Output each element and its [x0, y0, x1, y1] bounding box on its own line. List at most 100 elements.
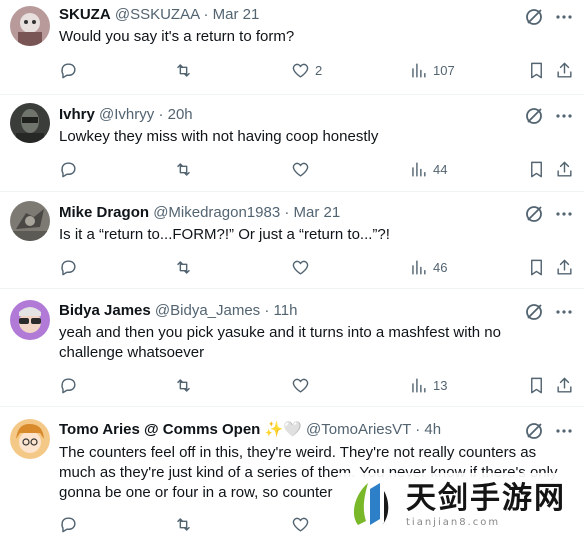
timestamp[interactable]: 4h: [424, 421, 441, 438]
more-icon[interactable]: [554, 7, 574, 27]
user-handle[interactable]: @Mikedragon1983: [153, 204, 280, 221]
reply-feed: SKUZA @SSKUZAA · Mar 21 Would you say it…: [0, 0, 584, 536]
display-name[interactable]: SKUZA: [59, 6, 111, 23]
reply-button[interactable]: [59, 159, 78, 179]
more-icon[interactable]: [554, 204, 574, 224]
avatar[interactable]: [10, 103, 50, 143]
retweet-icon: [177, 378, 190, 392]
watermark-logo-icon: [353, 482, 389, 525]
tweet-text: Would you say it's a return to form?: [59, 28, 295, 45]
retweet-button[interactable]: [174, 514, 193, 534]
views-button[interactable]: 13: [409, 375, 447, 395]
reply-button[interactable]: [59, 375, 78, 395]
timestamp[interactable]: 11h: [274, 302, 298, 319]
share-icon: [557, 259, 572, 275]
tweet[interactable]: SKUZA @SSKUZAA · Mar 21 Would you say it…: [0, 0, 584, 95]
separator-dot: ·: [284, 204, 290, 221]
action-bar: 13: [59, 375, 579, 395]
share-icon: [557, 377, 572, 393]
grok-icon[interactable]: [524, 106, 544, 126]
tweet-text: Lowkey they miss with not having coop ho…: [59, 128, 379, 145]
share-icon: [557, 62, 572, 78]
reply-button[interactable]: [59, 60, 78, 80]
like-button[interactable]: 2: [291, 60, 322, 80]
display-name[interactable]: Mike Dragon: [59, 204, 149, 221]
retweet-icon: [177, 260, 190, 274]
avatar[interactable]: [10, 201, 50, 241]
avatar[interactable]: [10, 300, 50, 340]
timestamp[interactable]: Mar 21: [294, 204, 341, 221]
like-button[interactable]: [291, 257, 315, 277]
views-chart-icon: [412, 161, 426, 177]
bookmark-button[interactable]: [527, 375, 546, 395]
bookmark-button[interactable]: [527, 257, 546, 277]
grok-icon[interactable]: [524, 421, 544, 441]
tweet-header: SKUZA @SSKUZAA · Mar 21: [59, 5, 259, 25]
like-button[interactable]: [291, 159, 315, 179]
bookmark-icon: [531, 62, 542, 78]
more-icon[interactable]: [554, 106, 574, 126]
more-icon[interactable]: [554, 302, 574, 322]
retweet-button[interactable]: [174, 257, 193, 277]
separator-dot: ·: [203, 6, 209, 23]
more-icon[interactable]: [554, 421, 574, 441]
avatar[interactable]: [10, 6, 50, 46]
views-chart-icon: [412, 259, 426, 275]
views-button[interactable]: 44: [409, 159, 447, 179]
heart-icon: [292, 162, 309, 177]
tweet-header: Bidya James @Bidya_James · 11h: [59, 301, 297, 321]
view-count: 13: [433, 377, 448, 393]
retweet-icon: [177, 517, 190, 531]
like-button[interactable]: [291, 514, 310, 534]
reply-icon: [61, 259, 76, 275]
bookmark-button[interactable]: [527, 159, 546, 179]
tweet-header: Mike Dragon @Mikedragon1983 · Mar 21: [59, 203, 340, 223]
grok-icon[interactable]: [524, 7, 544, 27]
grok-icon[interactable]: [524, 302, 544, 322]
bookmark-button[interactable]: [527, 60, 546, 80]
share-button[interactable]: [555, 159, 574, 179]
tweet[interactable]: Ivhry @Ivhryy · 20h Lowkey they miss wit…: [0, 95, 584, 192]
share-button[interactable]: [555, 60, 574, 80]
view-count: 44: [433, 161, 448, 177]
timestamp[interactable]: 20h: [168, 106, 193, 123]
user-handle[interactable]: @Bidya_James: [155, 302, 260, 319]
reply-button[interactable]: [59, 257, 78, 277]
avatar[interactable]: [10, 419, 50, 459]
display-name[interactable]: Ivhry: [59, 106, 95, 123]
grok-icon[interactable]: [524, 204, 544, 224]
user-handle[interactable]: @TomoAriesVT: [306, 421, 411, 438]
retweet-button[interactable]: [174, 375, 193, 395]
retweet-button[interactable]: [174, 60, 193, 80]
share-button[interactable]: [555, 257, 574, 277]
share-icon: [557, 161, 572, 177]
tweet-text: Is it a “return to...FORM?!” Or just a “…: [59, 226, 390, 243]
display-name[interactable]: Bidya James: [59, 302, 151, 319]
like-button[interactable]: [291, 375, 315, 395]
reply-button[interactable]: [59, 514, 78, 534]
reply-icon: [61, 377, 76, 393]
tweet[interactable]: Bidya James @Bidya_James · 11h yeah and …: [0, 289, 584, 407]
view-count: 107: [433, 62, 455, 78]
action-bar: 2 107: [59, 60, 579, 80]
watermark-url: tianjian8.com: [406, 517, 501, 528]
tweet[interactable]: Mike Dragon @Mikedragon1983 · Mar 21 Is …: [0, 192, 584, 289]
views-chart-icon: [412, 62, 426, 78]
bookmark-icon: [531, 161, 542, 177]
views-button[interactable]: 107: [409, 60, 455, 80]
timestamp[interactable]: Mar 21: [213, 6, 260, 23]
share-button[interactable]: [555, 375, 574, 395]
separator-dot: ·: [264, 302, 270, 319]
action-bar: 46: [59, 257, 579, 277]
separator-dot: ·: [415, 421, 421, 438]
retweet-icon: [177, 63, 190, 77]
user-handle[interactable]: @Ivhryy: [99, 106, 154, 123]
display-name[interactable]: Tomo Aries @ Comms Open: [59, 421, 260, 438]
watermark-title: 天剑手游网: [406, 481, 566, 516]
user-handle[interactable]: @SSKUZAA: [115, 6, 199, 23]
heart-icon: [292, 378, 309, 393]
name-emoji: ✨🤍: [264, 421, 302, 438]
views-button[interactable]: 46: [409, 257, 447, 277]
reply-icon: [61, 62, 76, 78]
retweet-button[interactable]: [174, 159, 193, 179]
